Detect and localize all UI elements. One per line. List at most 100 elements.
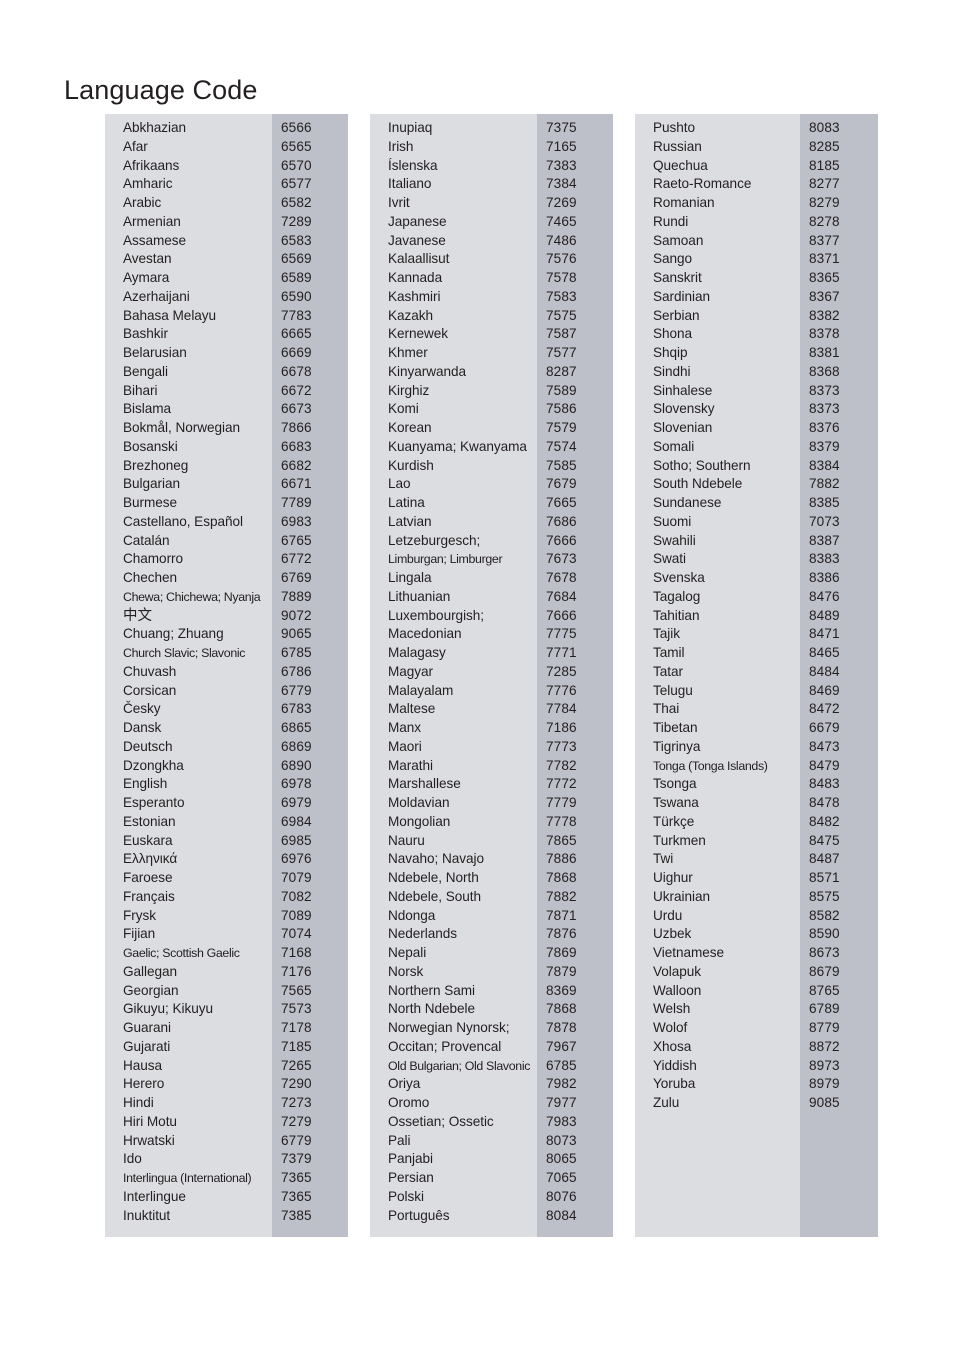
language-code-cell: 7586 [546, 401, 577, 417]
language-code-cell: 6984 [281, 813, 312, 829]
language-name-cell: Bihari [123, 382, 158, 398]
language-code-cell: 6671 [281, 476, 312, 492]
language-code-cell: 7678 [546, 570, 577, 585]
language-name-cell: Nederlands [388, 926, 458, 942]
language-code-cell: 7679 [546, 476, 577, 492]
language-code-cell: 7486 [546, 232, 577, 248]
language-name-cell: Afar [123, 138, 148, 154]
language-code-cell: 8379 [809, 438, 840, 454]
language-code-cell: 7065 [546, 1170, 577, 1185]
language-code-cell: 8369 [546, 982, 577, 998]
language-name-cell: Afrikaans [123, 157, 180, 173]
language-name-cell: Deutsch [123, 738, 173, 754]
language-name-cell: Sundanese [653, 495, 722, 510]
language-code-cell: 8365 [809, 270, 840, 285]
language-code-table: Abkhazian Afar Afrikaans Amharic Arabic Armen… [105, 114, 878, 1237]
language-name-cell: Chechen [123, 570, 178, 585]
language-name-cell: Dansk [123, 720, 162, 735]
language-name-cell: Corsican [123, 682, 177, 698]
language-name-cell: Quechua [653, 157, 708, 173]
page-title: Language Code [64, 75, 258, 106]
language-code-cell: 6783 [281, 701, 312, 717]
language-code-cell: 8185 [809, 157, 840, 173]
language-code-cell: 8779 [809, 1020, 840, 1035]
language-code-cell: 8575 [809, 888, 840, 904]
language-name-cell: Romanian [653, 195, 715, 210]
language-code-cell: 7889 [281, 588, 312, 604]
language-name-cell: Navaho; Navajo [388, 851, 485, 867]
language-code-cell: 6577 [281, 176, 312, 192]
language-code-cell: 7285 [546, 663, 577, 679]
language-name-cell: Suomi [653, 513, 692, 529]
language-code-cell: 8381 [809, 345, 840, 360]
language-code-cell: 6976 [281, 851, 312, 867]
language-name-cell: Ukrainian [653, 888, 710, 904]
language-code-cell: 7869 [546, 945, 577, 960]
language-name-cell: Italiano [388, 176, 432, 192]
language-name-cell: Tigrinya [653, 738, 701, 754]
language-code-cell: 7784 [546, 701, 577, 717]
language-name-cell: Bahasa Melayu [123, 307, 217, 323]
language-name-cell: Ελληνικά [123, 851, 178, 867]
language-code-cell: 8383 [809, 551, 840, 567]
language-name-cell: Vietnamese [653, 945, 725, 960]
language-name-cell: Pushto [653, 120, 696, 135]
language-name-cell: Catalán [123, 532, 170, 548]
language-code-cell: 8377 [809, 232, 840, 248]
language-name-cell: Khmer [388, 345, 428, 360]
language-name-cell: Tswana [653, 795, 699, 810]
language-code-cell: 7778 [546, 813, 577, 829]
language-code-cell: 8673 [809, 945, 840, 960]
language-code-cell: 6765 [281, 532, 312, 548]
language-name-cell: Ndebele, South [388, 888, 482, 904]
language-code-cell: 6682 [281, 457, 312, 473]
language-code-cell: 8278 [809, 213, 840, 229]
language-code-cell: 7178 [281, 1020, 312, 1035]
language-name-cell: South Ndebele [653, 476, 743, 492]
language-name-cell: Estonian [123, 813, 176, 829]
language-name-cell: Bulgarian [123, 476, 180, 492]
language-code-cell: 7782 [546, 757, 577, 773]
language-code-cell: 7665 [546, 495, 577, 510]
language-name-cell: Welsh [653, 1001, 691, 1017]
language-code-cell: 7666 [546, 607, 577, 623]
language-code-cell: 6565 [281, 138, 312, 154]
language-name-cell: Lithuanian [388, 588, 451, 604]
language-name-cell: Latina [388, 495, 425, 510]
language-code-cell: 7384 [546, 176, 577, 192]
language-name-cell: Bislama [123, 401, 171, 417]
language-code-cell: 8465 [809, 645, 840, 660]
language-name-cell: Ivrit [388, 195, 410, 210]
language-name-cell: Gaelic; Scottish Gaelic [123, 946, 240, 960]
language-code-cell: 7579 [546, 420, 577, 435]
language-name-cell: Russian [653, 138, 702, 154]
language-name-cell: Ido [123, 1151, 142, 1167]
language-code-cell: 6582 [281, 195, 312, 210]
language-code-block-1: 6566 6565 6570 6577 6582 7289 6583 6569 6589 6590… [272, 114, 348, 1237]
language-name-block-3: Pushto Russian Quechua Raeto-Romance Romania… [635, 114, 800, 1237]
language-code-cell: 7882 [546, 888, 577, 904]
language-name-cell: Português [388, 1207, 450, 1223]
language-code-cell: 9072 [281, 607, 312, 623]
language-code-cell: 6983 [281, 513, 312, 529]
language-code-block-3: 8083 8285 8185 8277 8279 8278 8377 8371 8365 8367… [800, 114, 878, 1237]
language-name-cell: Français [123, 888, 175, 904]
language-name-cell: Irish [388, 138, 414, 154]
language-code-cell: 8279 [809, 195, 840, 210]
language-name-cell: Korean [388, 420, 432, 435]
language-name-cell: Kinyarwanda [388, 363, 467, 379]
language-name-cell: Euskara [123, 832, 173, 848]
language-name-cell: Somali [653, 438, 695, 454]
language-code-cell: 6570 [281, 157, 312, 173]
language-code-cell: 7982 [546, 1076, 577, 1092]
language-code-cell: 8582 [809, 907, 840, 923]
language-code-cell: 7871 [546, 907, 577, 923]
language-code-cell: 7865 [546, 832, 577, 848]
language-name-cell: Georgian [123, 982, 179, 998]
language-code-cell: 8073 [546, 1132, 577, 1148]
language-code-cell: 8469 [809, 682, 840, 698]
language-code-cell: 8386 [809, 570, 840, 585]
language-name-cell: Letzeburgesch; [388, 532, 481, 548]
language-name-cell: Hiri Motu [123, 1113, 177, 1129]
language-name-cell: Urdu [653, 907, 683, 923]
